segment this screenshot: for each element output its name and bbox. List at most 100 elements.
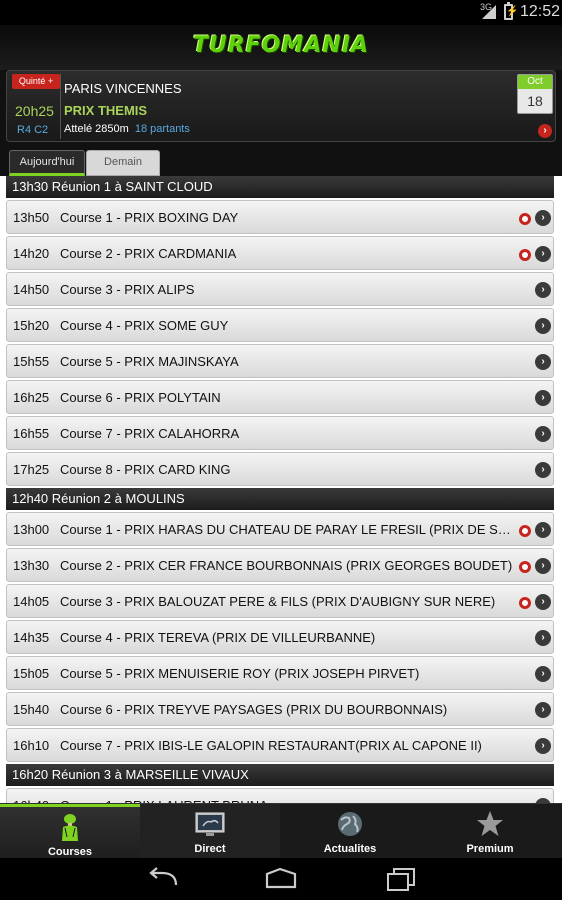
race-name: Course 7 - PRIX IBIS-LE GALOPIN RESTAURA… <box>60 738 482 753</box>
tab-today[interactable]: Aujourd'hui <box>9 150 85 176</box>
nav-direct-label: Direct <box>194 843 226 855</box>
race-time: 13h50 <box>13 210 50 225</box>
recent-apps-icon[interactable] <box>384 867 418 891</box>
race-row[interactable]: 13h30 Course 2 - PRIX CER FRANCE BOURBONN… <box>6 548 554 582</box>
partants-count: 18 partants <box>134 123 190 135</box>
signal-icon <box>482 5 496 19</box>
race-row[interactable]: 15h55 Course 5 - PRIX MAJINSKAYA › <box>6 344 554 378</box>
star-icon <box>477 811 503 836</box>
jockey-icon <box>62 814 78 841</box>
nav-actualites[interactable]: Actualites <box>280 804 420 859</box>
race-name: Course 8 - PRIX CARD KING <box>60 462 231 477</box>
app-logo: TURFOMANIA <box>192 33 370 58</box>
race-row[interactable]: 17h25 Course 8 - PRIX CARD KING › <box>6 452 554 486</box>
race-row[interactable]: 13h00 Course 1 - PRIX HARAS DU CHATEAU DE… <box>6 512 554 546</box>
race-name: Course 3 - PRIX ALIPS <box>60 282 195 297</box>
race-name: Course 2 - PRIX CARDMANIA <box>60 246 237 261</box>
chevron-right-icon[interactable]: › <box>535 354 551 370</box>
race-row[interactable]: 14h50 Course 3 - PRIX ALIPS › <box>6 272 554 306</box>
nav-courses-label: Courses <box>47 846 93 858</box>
bottom-nav: Courses Direct Actualites Premium <box>0 803 562 859</box>
race-time: 16h10 <box>13 738 50 753</box>
race-row[interactable]: 15h40 Course 6 - PRIX TREYVE PAYSAGES (PR… <box>6 692 554 726</box>
race-time: 16h55 <box>13 426 50 441</box>
chevron-right-icon[interactable]: › <box>535 246 551 262</box>
race-name: Course 6 - PRIX POLYTAIN <box>60 390 221 405</box>
chevron-right-icon[interactable]: › <box>535 630 551 646</box>
live-indicator-icon <box>519 597 531 609</box>
chevron-right-icon[interactable]: › <box>535 318 551 334</box>
chevron-right-icon[interactable]: › <box>535 210 551 226</box>
race-row[interactable]: 13h50 Course 1 - PRIX BOXING DAY › <box>6 200 554 234</box>
nav-premium[interactable]: Premium <box>420 804 560 859</box>
race-time: 17h25 <box>13 462 50 477</box>
race-row[interactable]: 15h05 Course 5 - PRIX MENUISERIE ROY (PRI… <box>6 656 554 690</box>
race-time: 13h00 <box>13 522 50 537</box>
calendar-icon: Oct 18 <box>517 74 553 114</box>
race-time: 14h05 <box>13 594 50 609</box>
race-name: Course 4 - PRIX SOME GUY <box>60 318 229 333</box>
race-name: Course 1 - PRIX HARAS DU CHATEAU DE PARA… <box>60 522 511 537</box>
featured-race-time: 20h25 <box>15 103 54 119</box>
race-name: Course 7 - PRIX CALAHORRA <box>60 426 240 441</box>
featured-race-card[interactable]: Quinté + 20h25 R4 C2 PARIS VINCENNES PRI… <box>6 70 556 142</box>
chevron-right-icon[interactable]: › <box>535 462 551 478</box>
race-name: Course 5 - PRIX MENUISERIE ROY (PRIX JOS… <box>60 666 420 681</box>
race-time: 16h25 <box>13 390 50 405</box>
globe-icon <box>338 812 362 836</box>
clock: 12:52 <box>520 3 561 20</box>
live-indicator-icon <box>519 525 531 537</box>
race-row[interactable]: 14h20 Course 2 - PRIX CARDMANIA › <box>6 236 554 270</box>
nav-courses[interactable]: Courses <box>0 804 140 859</box>
system-nav-bar <box>0 858 562 900</box>
race-row[interactable]: 14h05 Course 3 - PRIX BALOUZAT PERE & FIL… <box>6 584 554 618</box>
race-name: Course 5 - PRIX MAJINSKAYA <box>60 354 239 369</box>
race-name: Course 3 - PRIX BALOUZAT PERE & FILS (PR… <box>60 594 496 609</box>
race-row[interactable]: 14h35 Course 4 - PRIX TEREVA (PRIX DE VIL… <box>6 620 554 654</box>
home-icon[interactable] <box>264 867 298 891</box>
race-type: Attelé 2850m <box>64 123 129 135</box>
race-time: 13h30 <box>13 558 50 573</box>
meeting-header: 16h20 Réunion 3 à MARSEILLE VIVAUX <box>6 764 554 786</box>
race-row[interactable]: 16h10 Course 7 - PRIX IBIS-LE GALOPIN RES… <box>6 728 554 762</box>
race-row[interactable]: 15h20 Course 4 - PRIX SOME GUY › <box>6 308 554 342</box>
race-name: Course 4 - PRIX TEREVA (PRIX DE VILLEURB… <box>60 630 376 645</box>
calendar-day: 18 <box>527 93 543 109</box>
race-time: 15h05 <box>13 666 50 681</box>
live-indicator-icon <box>519 249 531 261</box>
race-row[interactable]: 16h55 Course 7 - PRIX CALAHORRA › <box>6 416 554 450</box>
app-root: 3G ⚡ 12:52 TURFOMANIA Quinté + 20h25 R4 … <box>0 0 562 900</box>
race-row[interactable]: 16h40Course 1 - PRIX LAURENT BRUNA› <box>6 788 554 804</box>
chevron-right-icon[interactable]: › <box>535 390 551 406</box>
race-time: 14h20 <box>13 246 50 261</box>
race-time: 15h55 <box>13 354 50 369</box>
chevron-right-icon[interactable]: › <box>535 282 551 298</box>
featured-race-code: R4 C2 <box>17 124 49 136</box>
meeting-header: 12h40 Réunion 2 à MOULINS <box>6 488 554 510</box>
race-name: Course 2 - PRIX CER FRANCE BOURBONNAIS (… <box>60 558 513 573</box>
race-row[interactable]: 16h25 Course 6 - PRIX POLYTAIN › <box>6 380 554 414</box>
chevron-right-icon[interactable]: › <box>535 702 551 718</box>
featured-prix: PRIX THEMIS <box>64 103 148 118</box>
status-bar: 3G ⚡ 12:52 <box>0 0 562 25</box>
race-time: 14h35 <box>13 630 50 645</box>
app-title-bar: TURFOMANIA <box>0 25 562 70</box>
chevron-right-icon[interactable]: › <box>535 522 551 538</box>
race-list[interactable]: 13h30 Réunion 1 à SAINT CLOUD 13h50 Course… <box>0 176 562 804</box>
chevron-right-icon[interactable]: › <box>538 124 552 138</box>
chevron-right-icon[interactable]: › <box>535 666 551 682</box>
battery-icon: ⚡ <box>504 2 518 20</box>
live-indicator-icon <box>519 213 531 225</box>
meeting-header: 13h30 Réunion 1 à SAINT CLOUD <box>6 176 554 198</box>
chevron-right-icon[interactable]: › <box>535 594 551 610</box>
live-indicator-icon <box>519 561 531 573</box>
tab-tomorrow[interactable]: Demain <box>86 150 160 176</box>
back-icon[interactable] <box>146 867 180 891</box>
quinte-badge: Quinté + <box>12 74 60 89</box>
chevron-right-icon[interactable]: › <box>535 558 551 574</box>
chevron-right-icon[interactable]: › <box>535 426 551 442</box>
nav-direct[interactable]: Direct <box>140 804 280 859</box>
divider <box>60 73 61 139</box>
chevron-right-icon[interactable]: › <box>535 738 551 754</box>
nav-premium-label: Premium <box>466 843 514 855</box>
